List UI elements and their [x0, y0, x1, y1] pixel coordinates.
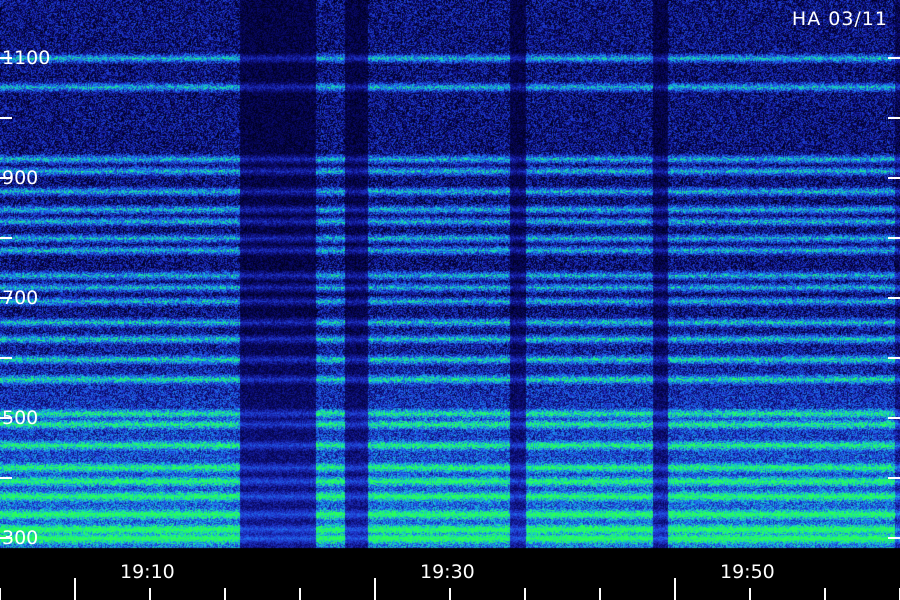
axis-ticks — [0, 57, 900, 600]
